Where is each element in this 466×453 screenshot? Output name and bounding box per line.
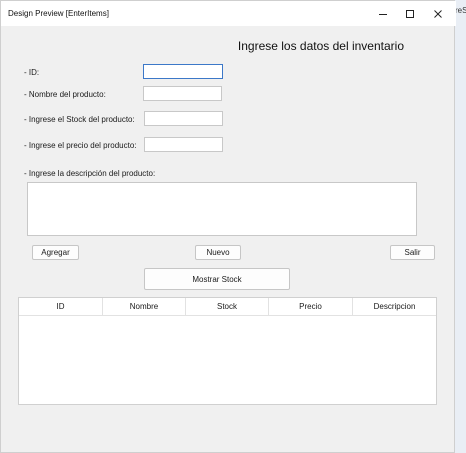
id-label: - ID:: [24, 68, 40, 77]
precio-label: - Ingrese el precio del producto:: [24, 141, 137, 150]
column-header-descripcion[interactable]: Descripcion: [353, 298, 436, 315]
column-header-nombre[interactable]: Nombre: [103, 298, 186, 315]
column-header-stock[interactable]: Stock: [186, 298, 269, 315]
salir-button[interactable]: Salir: [390, 245, 435, 260]
nombre-input[interactable]: [143, 86, 222, 101]
app-window: Design Preview [EnterItems] Ingrese los …: [0, 0, 456, 453]
stock-label: - Ingrese el Stock del producto:: [24, 115, 135, 124]
close-icon: [433, 9, 443, 19]
column-header-id[interactable]: ID: [19, 298, 103, 315]
table-header: ID Nombre Stock Precio Descripcion: [19, 298, 436, 316]
descripcion-textarea[interactable]: [27, 182, 417, 236]
column-header-precio[interactable]: Precio: [269, 298, 353, 315]
background-text: reS: [455, 6, 466, 15]
minimize-button[interactable]: [373, 6, 393, 22]
window-title: Design Preview [EnterItems]: [8, 9, 109, 18]
mostrar-stock-button[interactable]: Mostrar Stock: [144, 268, 290, 290]
title-bar[interactable]: Design Preview [EnterItems]: [1, 1, 456, 26]
maximize-button[interactable]: [400, 6, 420, 22]
stock-table[interactable]: ID Nombre Stock Precio Descripcion: [18, 297, 437, 405]
descripcion-label: - Ingrese la descripción del producto:: [24, 169, 156, 178]
agregar-button[interactable]: Agregar: [32, 245, 79, 260]
form-heading: Ingrese los datos del inventario: [237, 39, 404, 53]
nuevo-button[interactable]: Nuevo: [195, 245, 241, 260]
id-input[interactable]: [143, 64, 223, 79]
maximize-icon: [405, 9, 415, 19]
precio-input[interactable]: [144, 137, 223, 152]
close-button[interactable]: [428, 6, 448, 22]
stock-input[interactable]: [144, 111, 223, 126]
nombre-label: - Nombre del producto:: [24, 90, 106, 99]
minimize-icon: [378, 9, 388, 19]
background-window: [455, 0, 466, 453]
